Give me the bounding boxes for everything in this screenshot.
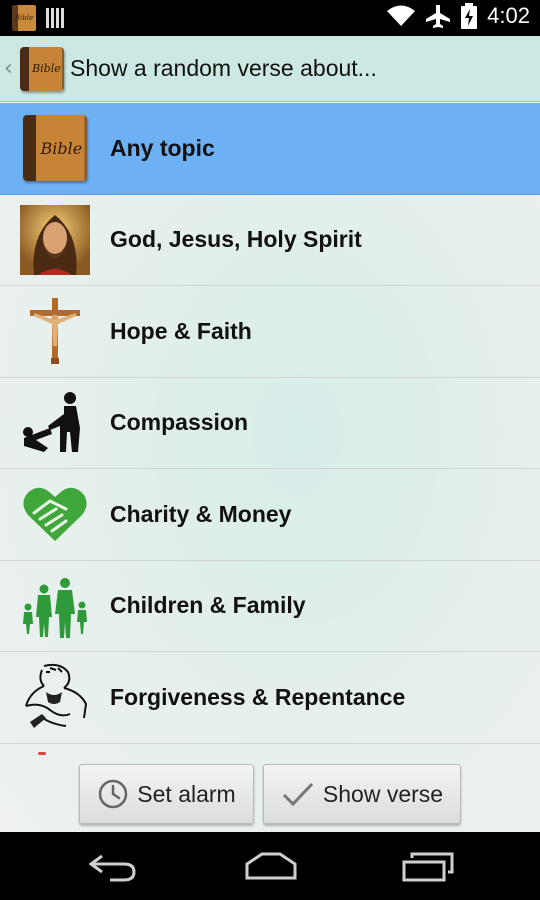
topic-list: Bible Any topic God, Jesus, Holy Spirit … [0,103,540,744]
bible-book-icon: Bible [20,46,64,91]
crucifix-icon [20,296,90,366]
family-silhouette-icon [20,571,90,641]
show-verse-label: Show verse [322,780,444,807]
topic-label: God, Jesus, Holy Spirit [110,226,362,253]
topic-label: Hope & Faith [110,317,252,344]
page-title: Show a random verse about... [70,55,377,81]
topic-label: Charity & Money [110,500,292,527]
topic-label: Forgiveness & Repentance [110,683,406,710]
set-alarm-label: Set alarm [137,780,236,807]
topic-row-charity-money[interactable]: Charity & Money [0,469,540,561]
status-time: 4:02 [487,3,530,28]
topic-row-hope-faith[interactable]: Hope & Faith [0,286,540,378]
app-icon-label: Bible [32,62,61,75]
battery-charging-icon [461,3,478,29]
topic-row-god-jesus-holy-spirit[interactable]: God, Jesus, Holy Spirit [0,195,540,286]
checkmark-icon [282,782,313,807]
helping-hand-silhouette-icon [20,388,90,458]
bible-notification-label: Bible [14,14,34,22]
topic-label: Compassion [110,409,249,436]
navigation-bar [0,832,540,900]
status-bar: Bible 4:02 [0,0,540,36]
action-bar: ‹ Bible Show a random verse about... [0,36,540,102]
set-alarm-button[interactable]: Set alarm [79,764,254,824]
show-verse-button[interactable]: Show verse [263,764,461,824]
airplane-mode-icon [426,5,451,28]
embrace-sketch-icon [20,662,90,732]
button-bar: Set alarm Show verse [0,756,540,832]
clock-icon [99,779,128,809]
back-nav-icon[interactable] [88,850,138,882]
wifi-icon [387,5,416,26]
bible-book-label: Bible [40,138,83,158]
topic-row-compassion[interactable]: Compassion [0,378,540,469]
bible-book-icon: Bible [20,113,90,183]
topic-label: Children & Family [110,592,306,619]
app-icon[interactable]: Bible [20,46,64,91]
up-navigation-icon[interactable]: ‹ [4,56,18,81]
recents-nav-icon[interactable] [402,852,454,882]
topic-row-forgiveness-repentance[interactable]: Forgiveness & Repentance [0,652,540,744]
topic-row-any-topic[interactable]: Bible Any topic [0,103,540,195]
bible-notification-icon: Bible [12,5,36,31]
jesus-portrait-icon [20,204,90,275]
topic-label: Any topic [110,134,215,161]
app-screen: ‹ Bible Show a random verse about... Bib… [0,36,540,832]
heart-handshake-icon [20,479,90,549]
barcode-notification-icon [46,8,64,28]
home-nav-icon[interactable] [244,852,298,880]
topic-row-children-family[interactable]: Children & Family [0,561,540,652]
